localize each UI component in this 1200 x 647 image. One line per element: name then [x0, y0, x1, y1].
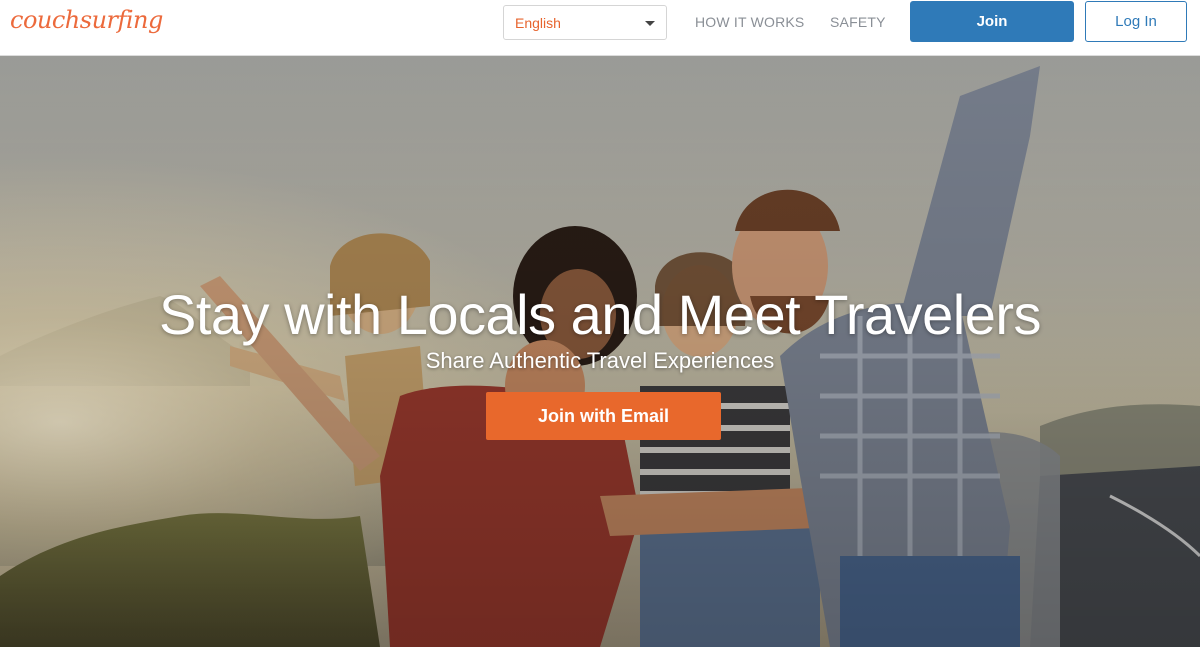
nav-how-it-works[interactable]: HOW IT WORKS [695, 14, 804, 30]
chevron-down-icon [645, 21, 655, 26]
login-button[interactable]: Log In [1085, 1, 1187, 42]
hero-subheadline: Share Authentic Travel Experiences [425, 348, 775, 373]
nav-safety[interactable]: SAFETY [830, 14, 886, 30]
language-select[interactable]: English [503, 5, 667, 40]
join-button[interactable]: Join [910, 1, 1074, 42]
couchsurfing-logo[interactable]: couchsurfing [10, 6, 163, 34]
language-selected-value: English [515, 15, 561, 31]
hero-section: Stay with Locals and Meet Travelers Shar… [0, 56, 1200, 647]
top-navigation-bar: couchsurfing English HOW IT WORKS SAFETY… [0, 0, 1200, 56]
join-with-email-button[interactable]: Join with Email [486, 392, 721, 440]
hero-headline: Stay with Locals and Meet Travelers [158, 283, 1042, 346]
